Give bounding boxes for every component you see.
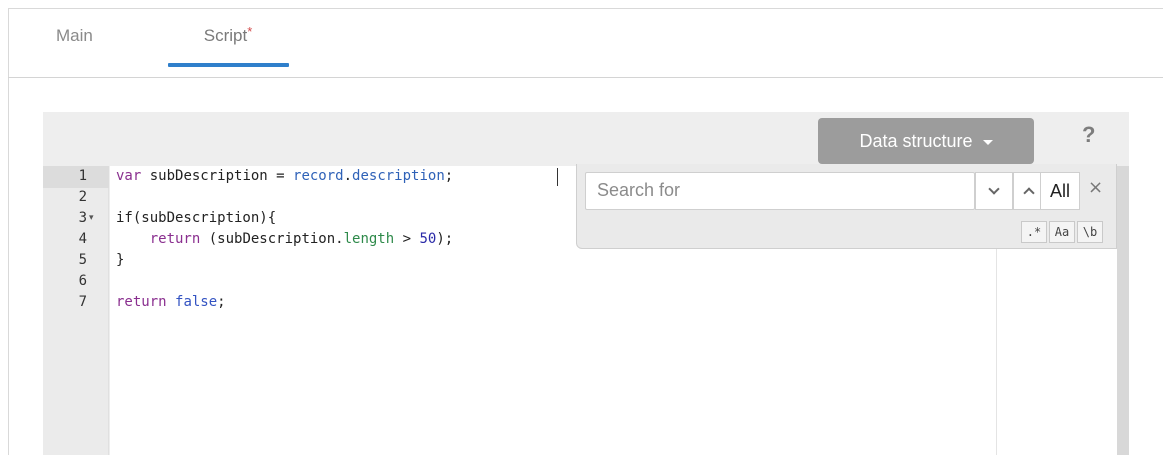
- regex-toggle[interactable]: .*: [1021, 221, 1047, 243]
- code-line-3: if(subDescription){: [116, 210, 277, 226]
- tab-script-label: Script: [203, 26, 248, 45]
- close-search-icon[interactable]: ×: [1088, 177, 1103, 198]
- data-structure-button[interactable]: Data structure: [818, 118, 1034, 164]
- data-structure-label: Data structure: [859, 130, 973, 151]
- active-tab-indicator: [168, 63, 289, 67]
- text-cursor: [557, 168, 558, 186]
- code-line-1: var subDescription = record.description;: [116, 168, 454, 184]
- line-number: 7: [78, 294, 87, 310]
- case-sensitive-toggle[interactable]: Aa: [1049, 221, 1075, 243]
- vertical-scrollbar[interactable]: [1117, 166, 1129, 455]
- fold-arrow-icon[interactable]: ▾: [89, 213, 94, 223]
- tab-main[interactable]: Main: [56, 26, 93, 70]
- search-placeholder: Search for: [597, 180, 681, 200]
- line-number: 1: [78, 168, 87, 184]
- tab-main-label: Main: [56, 26, 93, 45]
- code-line-5: }: [116, 252, 125, 268]
- whole-word-toggle[interactable]: \b: [1077, 221, 1103, 243]
- code-line-4: return (subDescription.length > 50);: [149, 231, 454, 247]
- find-all-button[interactable]: All: [1040, 172, 1080, 210]
- find-next-button[interactable]: [975, 172, 1013, 210]
- code-line-7: return false;: [116, 294, 226, 310]
- chevron-up-icon: [1022, 187, 1035, 199]
- line-number: 6: [78, 273, 87, 289]
- line-number: 3: [78, 210, 87, 226]
- caret-down-icon: [982, 139, 993, 145]
- help-icon[interactable]: ?: [1082, 122, 1095, 148]
- chevron-down-icon: [988, 183, 1000, 195]
- line-number: 2: [78, 189, 87, 205]
- unsaved-marker: *: [247, 24, 253, 39]
- line-number: 4: [78, 231, 87, 247]
- line-number: 5: [78, 252, 87, 268]
